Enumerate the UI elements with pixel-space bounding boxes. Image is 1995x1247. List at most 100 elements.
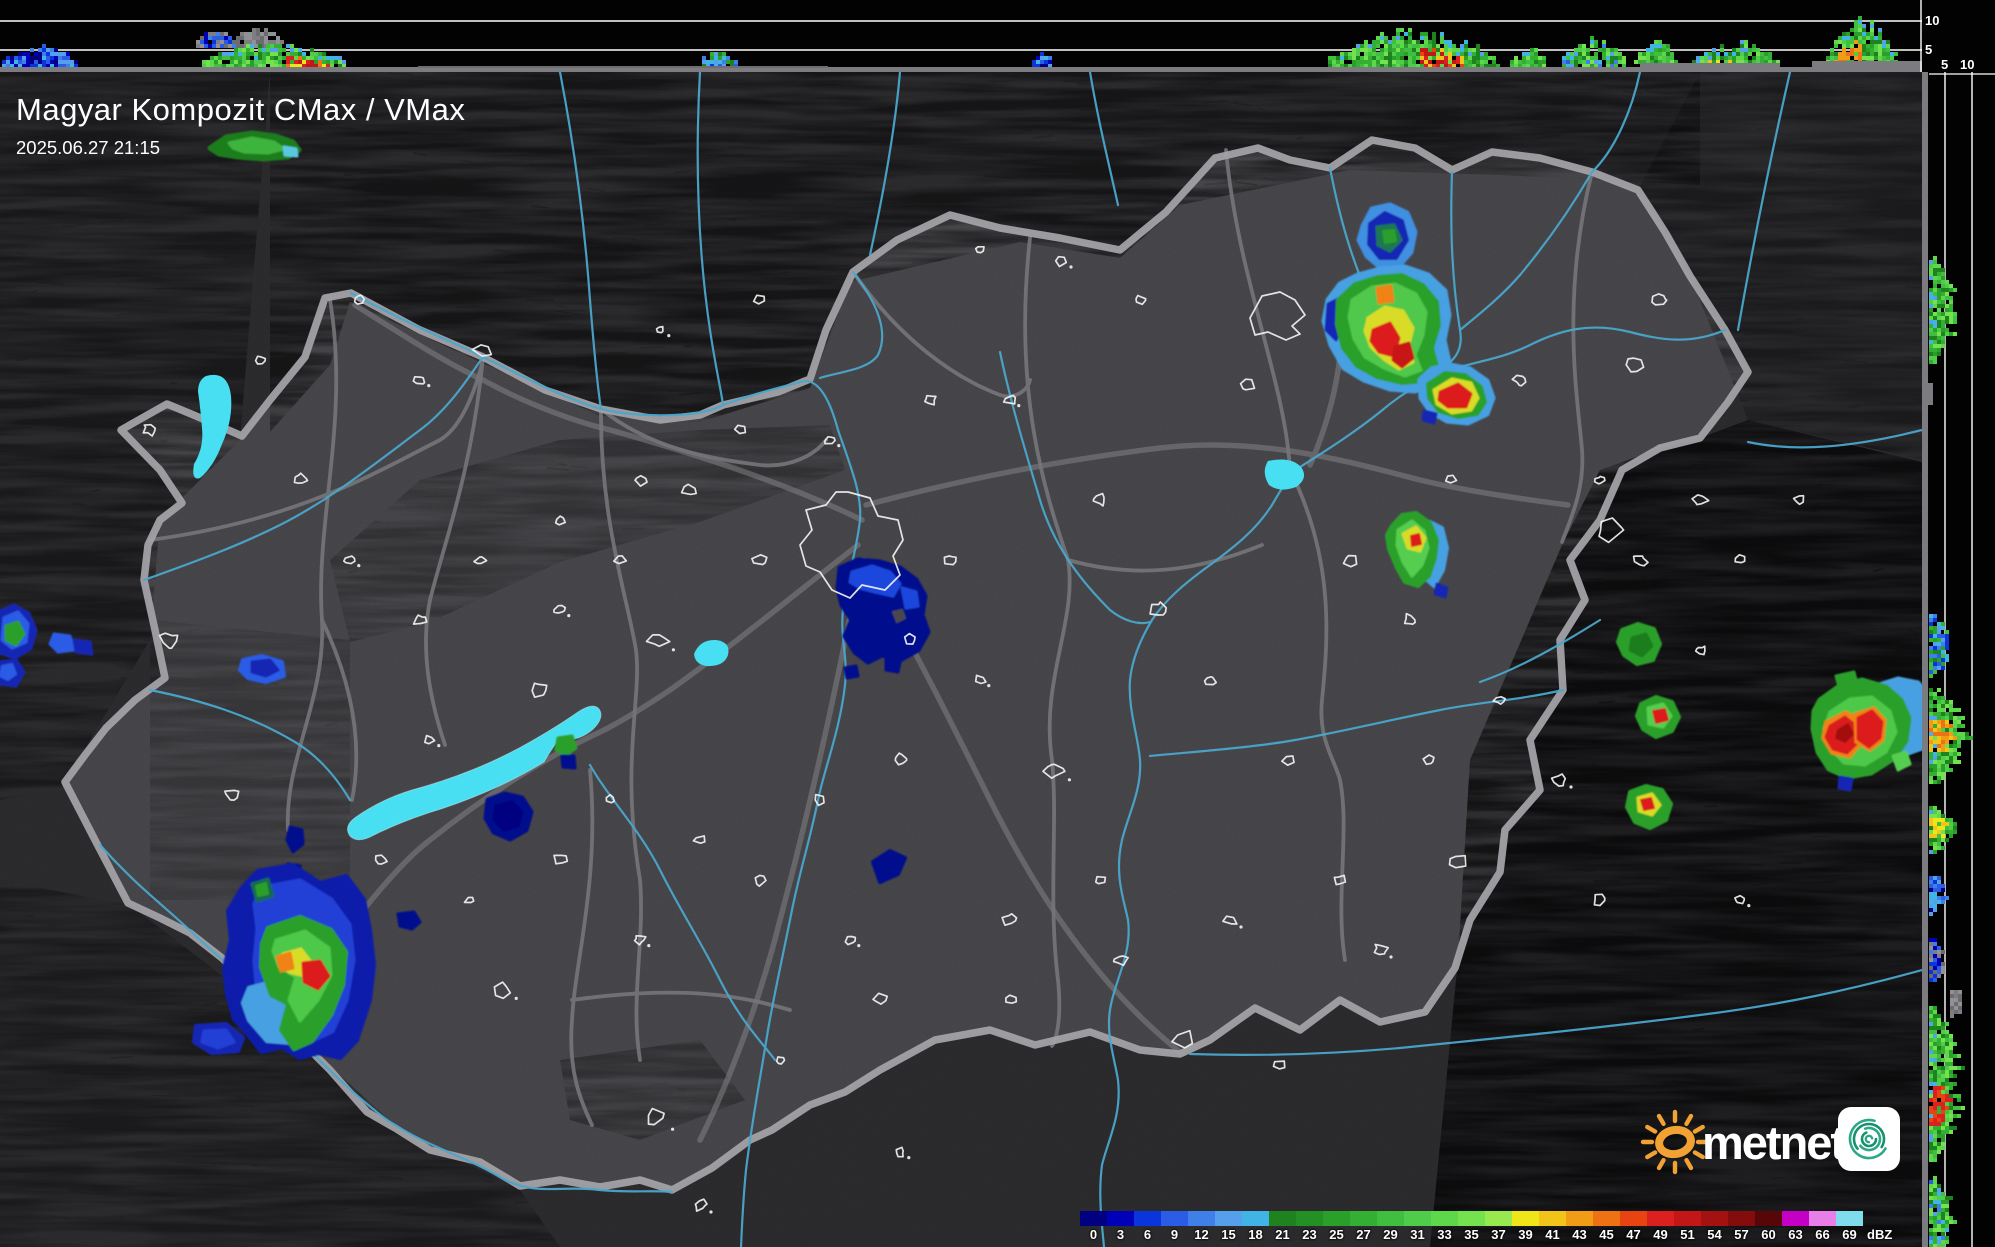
legend-step: 21 (1269, 1211, 1296, 1242)
legend-swatch (1782, 1211, 1809, 1226)
legend-label: 39 (1518, 1227, 1533, 1242)
legend-swatch (1107, 1211, 1134, 1226)
legend-step: 33 (1431, 1211, 1458, 1242)
legend-swatch (1161, 1211, 1188, 1226)
legend-label: 6 (1143, 1227, 1152, 1242)
legend-step: 3 (1107, 1211, 1134, 1242)
legend-swatch (1512, 1211, 1539, 1226)
legend-label: 29 (1383, 1227, 1398, 1242)
legend-label: 23 (1302, 1227, 1317, 1242)
legend-swatch (1836, 1211, 1863, 1226)
legend-swatch (1188, 1211, 1215, 1226)
legend-swatch (1674, 1211, 1701, 1226)
legend-step: 18 (1242, 1211, 1269, 1242)
legend-step: 49 (1647, 1211, 1674, 1242)
legend-label: 41 (1545, 1227, 1560, 1242)
legend-label: 47 (1626, 1227, 1641, 1242)
legend-step: 37 (1485, 1211, 1512, 1242)
legend-label: 9 (1170, 1227, 1179, 1242)
right-axis-tick-10: 10 (1960, 57, 1975, 72)
legend-step: 35 (1458, 1211, 1485, 1242)
legend-swatch (1296, 1211, 1323, 1226)
legend-step: 47 (1620, 1211, 1647, 1242)
legend-step: 69 (1836, 1211, 1863, 1242)
legend-step: 9 (1161, 1211, 1188, 1242)
legend-label: 43 (1572, 1227, 1587, 1242)
legend-step: 43 (1566, 1211, 1593, 1242)
legend-label: 27 (1356, 1227, 1371, 1242)
sun-icon (1640, 1109, 1710, 1175)
legend-swatch (1809, 1211, 1836, 1226)
legend-label: 0 (1089, 1227, 1098, 1242)
legend-step: 31 (1404, 1211, 1431, 1242)
legend-swatch (1620, 1211, 1647, 1226)
legend-label: 37 (1491, 1227, 1506, 1242)
legend-swatch (1215, 1211, 1242, 1226)
right-axis-tick-5: 5 (1941, 57, 1949, 72)
legend-swatch (1404, 1211, 1431, 1226)
legend-step: 54 (1701, 1211, 1728, 1242)
vmax-top-profile (0, 0, 1922, 72)
legend-swatch (1593, 1211, 1620, 1226)
legend-swatch (1323, 1211, 1350, 1226)
legend-label: 33 (1437, 1227, 1452, 1242)
legend-step: 15 (1215, 1211, 1242, 1242)
legend-label: 57 (1734, 1227, 1749, 1242)
legend-swatch (1134, 1211, 1161, 1226)
legend-label: 45 (1599, 1227, 1614, 1242)
legend-step: 0 (1080, 1211, 1107, 1242)
legend-step: 23 (1296, 1211, 1323, 1242)
legend-step: 12 (1188, 1211, 1215, 1242)
legend-step: 25 (1323, 1211, 1350, 1242)
legend-unit: dBZ (1867, 1227, 1893, 1242)
legend-step: 29 (1377, 1211, 1404, 1242)
legend-step: 57 (1728, 1211, 1755, 1242)
legend-swatch (1539, 1211, 1566, 1226)
legend-swatch (1566, 1211, 1593, 1226)
legend-label: 69 (1842, 1227, 1857, 1242)
top-axis-tick-10: 10 (1925, 13, 1940, 28)
legend-step: 60 (1755, 1211, 1782, 1242)
legend-swatch (1080, 1211, 1107, 1226)
legend-swatch (1701, 1211, 1728, 1226)
legend-label: 49 (1653, 1227, 1668, 1242)
top-axis-tick-5: 5 (1925, 42, 1933, 57)
legend-swatch (1269, 1211, 1296, 1226)
legend-swatch (1728, 1211, 1755, 1226)
legend-label: 66 (1815, 1227, 1830, 1242)
legend-swatch (1350, 1211, 1377, 1226)
legend-swatch (1377, 1211, 1404, 1226)
legend-swatch (1647, 1211, 1674, 1226)
legend-swatch (1458, 1211, 1485, 1226)
legend-label: 51 (1680, 1227, 1695, 1242)
radar-composite-screen: Magyar Kompozit CMax / VMax 2025.06.27 2… (0, 0, 1995, 1247)
right-ground-bar (1922, 72, 1928, 1247)
legend-swatch (1431, 1211, 1458, 1226)
dbz-legend: 0 3 6 9 12 15 18 21 23 25 27 29 31 33 35 37 39 41 43 45 47 49… (1080, 1211, 1892, 1242)
legend-step: 41 (1539, 1211, 1566, 1242)
metnet-wordmark: metnet (1702, 1116, 1846, 1169)
legend-label: 18 (1248, 1227, 1263, 1242)
legend-label: 35 (1464, 1227, 1479, 1242)
legend-label: 21 (1275, 1227, 1290, 1242)
legend-swatch (1242, 1211, 1269, 1226)
legend-step: 45 (1593, 1211, 1620, 1242)
legend-swatch (1755, 1211, 1782, 1226)
legend-label: 31 (1410, 1227, 1425, 1242)
legend-step: 51 (1674, 1211, 1701, 1242)
legend-swatch (1485, 1211, 1512, 1226)
legend-step: 6 (1134, 1211, 1161, 1242)
legend-step: 27 (1350, 1211, 1377, 1242)
top-ground-bar (0, 67, 1922, 72)
legend-label: 60 (1761, 1227, 1776, 1242)
metnet-logo: metnet (1636, 1096, 1906, 1190)
metnet-spiral-icon (1838, 1107, 1900, 1171)
legend-step: 66 (1809, 1211, 1836, 1242)
radar-map (0, 0, 1995, 1247)
vmax-right-profile (1922, 0, 1995, 1247)
legend-label: 3 (1116, 1227, 1125, 1242)
legend-label: 54 (1707, 1227, 1722, 1242)
legend-step: 39 (1512, 1211, 1539, 1242)
legend-label: 25 (1329, 1227, 1344, 1242)
legend-label: 15 (1221, 1227, 1236, 1242)
